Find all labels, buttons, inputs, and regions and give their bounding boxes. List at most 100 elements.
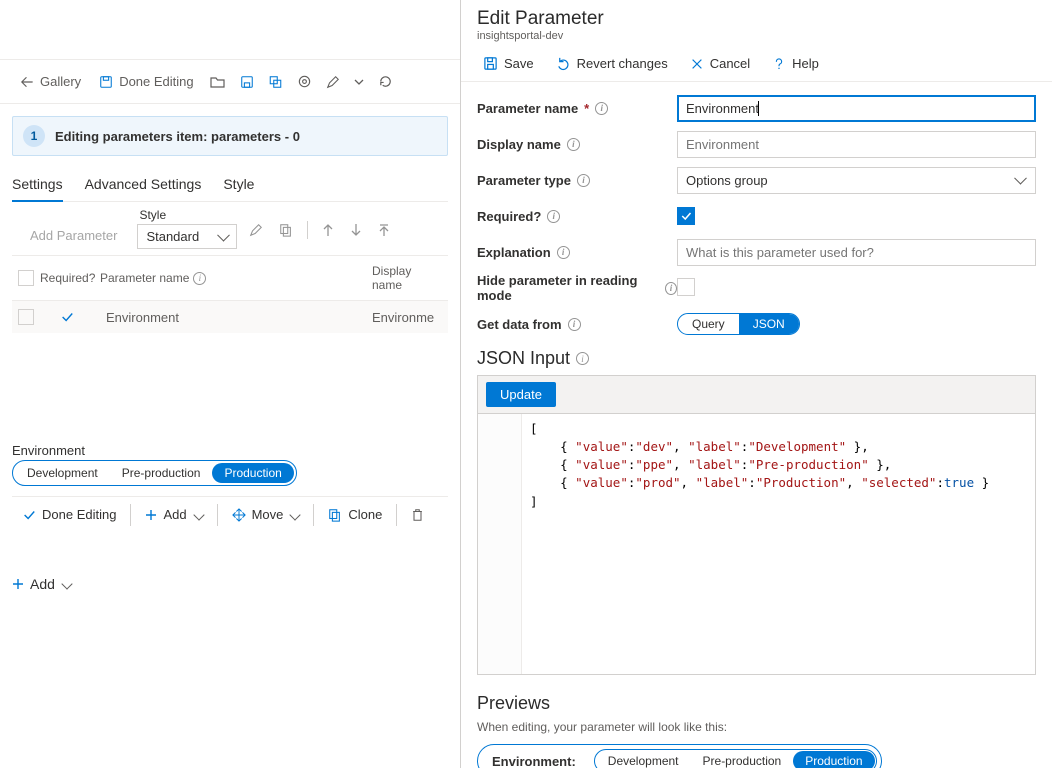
- param-type-value: Options group: [686, 173, 768, 188]
- style-label: Style: [137, 208, 237, 222]
- arrow-left-icon: [20, 75, 34, 89]
- arrow-top-icon: [378, 223, 390, 237]
- preview-opt-production[interactable]: Production: [793, 751, 874, 768]
- move-top-button[interactable]: [372, 215, 396, 245]
- separator: [307, 221, 308, 239]
- help-button[interactable]: Help: [762, 50, 829, 77]
- json-gutter: [478, 414, 522, 674]
- edit-icon-button[interactable]: [320, 67, 346, 97]
- display-name-input[interactable]: [677, 131, 1036, 158]
- json-editor[interactable]: [ { "value":"dev", "label":"Development"…: [478, 414, 1035, 674]
- delete-action[interactable]: [401, 504, 434, 526]
- separator: [313, 504, 314, 526]
- add-footer-text: Add: [30, 576, 55, 592]
- settings-icon-button[interactable]: [291, 67, 318, 97]
- previews-header: Previews: [477, 693, 1036, 714]
- done-editing-label: Done Editing: [119, 74, 193, 89]
- hide-checkbox[interactable]: [677, 278, 695, 296]
- info-icon: i: [595, 102, 608, 115]
- preview-description: When editing, your parameter will look l…: [477, 720, 1036, 734]
- json-content[interactable]: [ { "value":"dev", "label":"Development"…: [522, 414, 993, 674]
- row-checkbox[interactable]: [18, 309, 34, 325]
- revert-button[interactable]: Revert changes: [546, 50, 678, 77]
- edit-parameter-panel: Edit Parameter insightsportal-dev Save R…: [460, 0, 1052, 768]
- add-action[interactable]: Add: [135, 503, 212, 526]
- preview-group: Environment: Development Pre-production …: [477, 744, 882, 768]
- explanation-input[interactable]: [677, 239, 1036, 266]
- param-toolbar: Add Parameter Style Standard: [12, 202, 448, 255]
- copy-row-button[interactable]: [273, 215, 299, 245]
- done-editing-button[interactable]: Done Editing: [91, 67, 201, 97]
- item-action-bar: Done Editing Add Move Clone: [12, 496, 448, 532]
- workbook-editor: Gallery Done Editing 1 Editin: [0, 0, 460, 768]
- info-icon: i: [665, 282, 677, 295]
- copy-icon-button[interactable]: [262, 67, 289, 97]
- pencil-icon: [249, 223, 263, 237]
- env-opt-preproduction[interactable]: Pre-production: [110, 463, 213, 483]
- open-icon-button[interactable]: [204, 67, 232, 97]
- add-item-footer[interactable]: Add: [12, 572, 71, 596]
- required-checkbox[interactable]: [677, 207, 695, 225]
- label-get-data: Get data fromi: [477, 317, 677, 332]
- gallery-button[interactable]: Gallery: [12, 67, 89, 97]
- preview-opt-development[interactable]: Development: [596, 751, 691, 768]
- copy-icon: [268, 75, 283, 89]
- cancel-button[interactable]: Cancel: [680, 50, 760, 77]
- select-all-checkbox[interactable]: [18, 270, 34, 286]
- panel-header: Edit Parameter insightsportal-dev: [461, 0, 1052, 46]
- info-icon: i: [577, 174, 590, 187]
- style-value: Standard: [146, 229, 199, 244]
- env-opt-production[interactable]: Production: [212, 463, 293, 483]
- separator: [396, 504, 397, 526]
- panel-subtitle: insightsportal-dev: [477, 30, 1036, 42]
- gallery-label: Gallery: [40, 74, 81, 89]
- edit-row-button[interactable]: [243, 215, 269, 245]
- move-up-button[interactable]: [316, 215, 340, 245]
- info-icon: i: [568, 318, 581, 331]
- clone-action[interactable]: Clone: [318, 503, 392, 526]
- param-type-select[interactable]: Options group: [677, 167, 1036, 194]
- clone-icon: [328, 508, 342, 522]
- style-select[interactable]: Standard: [137, 224, 237, 249]
- environment-label: Environment: [12, 443, 448, 458]
- json-toolbar: Update: [478, 376, 1035, 414]
- move-action[interactable]: Move: [222, 503, 310, 526]
- dropdown-caret[interactable]: [348, 67, 370, 97]
- add-parameter-button[interactable]: Add Parameter: [16, 222, 131, 249]
- main-toolbar: Gallery Done Editing: [0, 60, 460, 104]
- tab-settings[interactable]: Settings: [12, 168, 63, 202]
- data-source-json[interactable]: JSON: [739, 314, 799, 334]
- tab-style[interactable]: Style: [223, 168, 254, 201]
- param-name-input[interactable]: Environment: [677, 95, 1036, 122]
- preview-label: Environment:: [492, 754, 576, 768]
- editor-body: 1 Editing parameters item: parameters - …: [0, 104, 460, 608]
- cancel-text: Cancel: [710, 56, 750, 71]
- refresh-icon: [378, 74, 393, 89]
- trash-icon: [411, 508, 424, 522]
- refresh-icon-button[interactable]: [372, 67, 399, 97]
- done-editing-action[interactable]: Done Editing: [12, 503, 126, 526]
- label-hide: Hide parameter in reading modei: [477, 273, 677, 303]
- info-badge: 1: [23, 125, 45, 147]
- chevron-down-icon: [193, 509, 204, 520]
- env-opt-development[interactable]: Development: [15, 463, 110, 483]
- pencil-icon: [326, 75, 340, 89]
- label-param-name: Parameter name*i: [477, 101, 677, 116]
- update-button[interactable]: Update: [486, 382, 556, 407]
- arrow-down-icon: [350, 223, 362, 237]
- checkmark-icon: [22, 508, 36, 522]
- param-row[interactable]: Environment Environme: [12, 301, 448, 333]
- chevron-down-icon: [290, 509, 301, 520]
- save-icon-button[interactable]: [234, 67, 260, 97]
- environment-options: Development Pre-production Production: [12, 460, 297, 486]
- save-button[interactable]: Save: [473, 50, 544, 77]
- separator: [130, 504, 131, 526]
- tab-advanced-settings[interactable]: Advanced Settings: [85, 168, 202, 201]
- save-icon: [483, 56, 498, 71]
- data-source-query[interactable]: Query: [678, 314, 739, 334]
- preview-opt-preproduction[interactable]: Pre-production: [691, 751, 794, 768]
- move-down-button[interactable]: [344, 215, 368, 245]
- move-icon: [232, 508, 246, 522]
- json-input-box: Update [ { "value":"dev", "label":"Devel…: [477, 375, 1036, 675]
- panel-title: Edit Parameter: [477, 8, 1036, 30]
